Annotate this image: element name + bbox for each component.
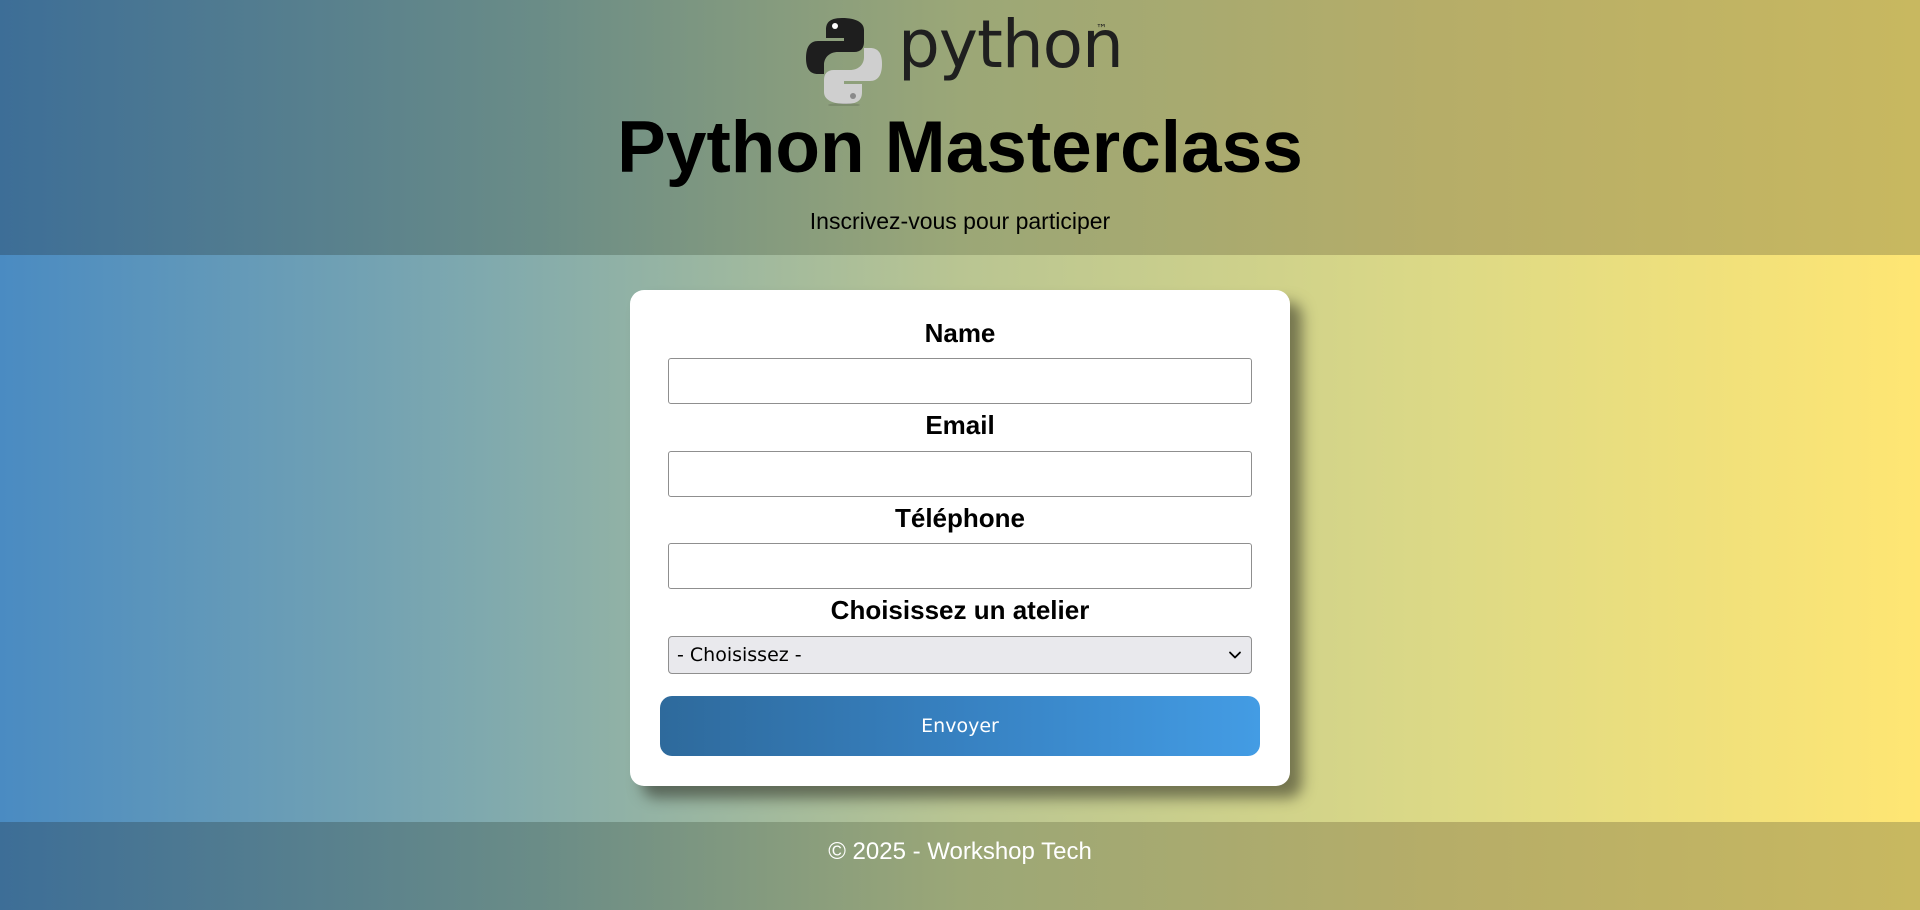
submit-button[interactable]: Envoyer <box>660 696 1260 756</box>
trademark-symbol: ™ <box>1096 22 1107 35</box>
python-snake-icon <box>806 18 882 106</box>
page-header: python ™ Python Masterclass Inscrivez-vo… <box>0 0 1920 255</box>
registration-form: Name Email Téléphone Choisissez un ateli… <box>630 290 1290 786</box>
python-wordmark: python <box>898 6 1124 83</box>
name-label: Name <box>924 318 996 348</box>
page-title: Python Masterclass <box>617 107 1303 188</box>
phone-field[interactable] <box>668 543 1252 589</box>
chevron-down-icon <box>1229 651 1241 659</box>
python-logo: python ™ <box>806 6 1124 106</box>
page-footer: © 2025 - Workshop Tech <box>0 822 1920 910</box>
page-subtitle: Inscrivez-vous pour participer <box>809 208 1111 234</box>
email-field[interactable] <box>668 451 1252 497</box>
workshop-label: Choisissez un atelier <box>830 595 1090 625</box>
name-field[interactable] <box>668 358 1252 404</box>
workshop-select[interactable]: - Choisissez - <box>668 636 1252 674</box>
email-label: Email <box>925 410 995 440</box>
phone-label: Téléphone <box>894 503 1025 533</box>
workshop-select-value: - Choisissez - <box>677 644 802 666</box>
footer-copyright: © 2025 - Workshop Tech <box>828 838 1092 865</box>
